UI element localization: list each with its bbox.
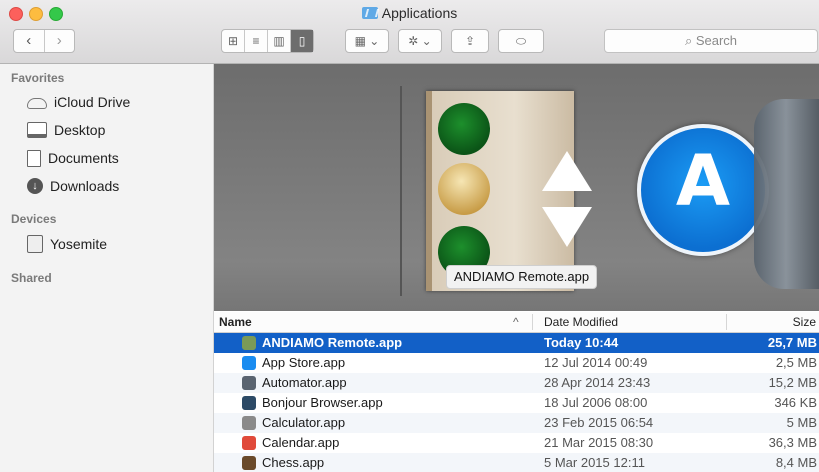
list-view-button[interactable]: ≡ xyxy=(245,30,268,52)
sidebar-item-documents[interactable]: Documents xyxy=(27,147,119,169)
sidebar-section-favorites: Favorites xyxy=(11,71,65,85)
table-row[interactable]: Bonjour Browser.app 18 Jul 2006 08:00 346 … xyxy=(214,393,819,413)
file-name: Automator.app xyxy=(262,375,347,390)
file-name: App Store.app xyxy=(262,355,346,370)
action-gear-button[interactable]: ✲ ⌄ xyxy=(398,29,442,53)
table-row[interactable]: App Store.app 12 Jul 2014 00:49 2,5 MB xyxy=(214,353,819,373)
sidebar-item-label: Desktop xyxy=(54,122,106,138)
tag-button[interactable]: ⬭ xyxy=(498,29,544,53)
forward-button[interactable]: › xyxy=(45,30,75,52)
file-size: 346 KB xyxy=(774,395,817,410)
app-icon xyxy=(242,356,256,370)
yellow-light-icon xyxy=(438,163,490,215)
arrange-button[interactable]: ▦ ⌄ xyxy=(345,29,389,53)
file-date-modified: Today 10:44 xyxy=(544,335,619,350)
column-view-button[interactable]: ▥ xyxy=(268,30,291,52)
sidebar-section-devices: Devices xyxy=(11,212,57,226)
app-icon xyxy=(242,416,256,430)
icon-view-button[interactable]: ⊞ xyxy=(222,30,245,52)
coverflow-view[interactable]: ANDIAMO Remote.app A xyxy=(214,64,819,311)
file-name: Calculator.app xyxy=(262,415,346,430)
documents-icon xyxy=(27,149,41,167)
table-row[interactable]: ANDIAMO Remote.app Today 10:44 25,7 MB xyxy=(214,333,819,353)
applications-folder-icon xyxy=(361,7,378,19)
sidebar-item-label: iCloud Drive xyxy=(54,94,131,110)
coverflow-divider xyxy=(400,86,402,296)
file-date-modified: 12 Jul 2014 00:49 xyxy=(544,355,648,370)
coverflow-selected-label: ANDIAMO Remote.app xyxy=(446,265,598,289)
file-name: Calendar.app xyxy=(262,435,340,450)
view-mode-segment: ⊞ ≡ ▥ ▯ xyxy=(221,29,314,53)
file-name: Chess.app xyxy=(262,455,325,470)
file-size: 15,2 MB xyxy=(768,375,817,390)
file-size: 36,3 MB xyxy=(768,435,817,450)
file-size: 2,5 MB xyxy=(775,355,817,370)
window-title-text: Applications xyxy=(381,5,458,21)
table-row[interactable]: Automator.app 28 Apr 2014 23:43 15,2 MB xyxy=(214,373,819,393)
coverflow-view-button[interactable]: ▯ xyxy=(291,30,313,52)
file-list: Name ^ Date Modified Size ANDIAMO Remote… xyxy=(214,312,819,472)
sidebar-item-label: Documents xyxy=(48,150,119,166)
file-date-modified: 18 Jul 2006 08:00 xyxy=(544,395,648,410)
downloads-icon: ↓ xyxy=(27,178,43,194)
file-name: ANDIAMO Remote.app xyxy=(262,335,403,350)
table-row[interactable]: Calendar.app 21 Mar 2015 08:30 36,3 MB xyxy=(214,433,819,453)
file-date-modified: 23 Feb 2015 06:54 xyxy=(544,415,654,430)
window-title: Applications xyxy=(0,5,819,21)
app-icon xyxy=(242,456,256,470)
search-field[interactable]: ⌕ Search xyxy=(604,29,818,53)
file-date-modified: 5 Mar 2015 12:11 xyxy=(544,455,645,470)
column-header-name[interactable]: Name xyxy=(219,312,252,332)
file-date-modified: 21 Mar 2015 08:30 xyxy=(544,435,654,450)
finder-window: Applications ‹ › ⊞ ≡ ▥ ▯ ▦ ⌄ ✲ ⌄ ⇪ ⬭ ⌕ S… xyxy=(0,0,819,472)
back-button[interactable]: ‹ xyxy=(14,30,45,52)
app-store-icon[interactable]: A xyxy=(637,124,769,256)
search-icon: ⌕ xyxy=(684,33,696,48)
sidebar-item-desktop[interactable]: Desktop xyxy=(27,119,105,141)
column-header-date[interactable]: Date Modified xyxy=(544,312,618,332)
andiamo-remote-cover[interactable] xyxy=(426,91,592,291)
sidebar-item-label: Yosemite xyxy=(50,236,108,252)
column-header-size[interactable]: Size xyxy=(793,312,816,332)
sidebar-item-yosemite[interactable]: Yosemite xyxy=(27,233,107,255)
app-store-glyph: A xyxy=(675,140,731,222)
sidebar-item-label: Downloads xyxy=(50,178,120,194)
file-size: 8,4 MB xyxy=(775,455,817,470)
share-button[interactable]: ⇪ xyxy=(451,29,489,53)
sidebar-item-icloud-drive[interactable]: iCloud Drive xyxy=(27,91,130,113)
list-header: Name ^ Date Modified Size xyxy=(214,312,819,333)
down-arrow-icon xyxy=(542,207,592,247)
sort-indicator-icon[interactable]: ^ xyxy=(513,312,519,332)
sidebar-section-shared: Shared xyxy=(11,271,52,285)
toolbar: Applications ‹ › ⊞ ≡ ▥ ▯ ▦ ⌄ ✲ ⌄ ⇪ ⬭ ⌕ S… xyxy=(0,0,819,64)
file-size: 25,7 MB xyxy=(767,335,817,350)
sidebar: Favorites iCloud Drive Desktop Documents… xyxy=(0,64,214,472)
cloud-icon xyxy=(27,98,47,109)
column-divider[interactable] xyxy=(726,314,727,330)
file-name: Bonjour Browser.app xyxy=(262,395,383,410)
automator-icon[interactable] xyxy=(754,99,819,289)
up-arrow-icon xyxy=(542,151,592,191)
table-row[interactable]: Calculator.app 23 Feb 2015 06:54 5 MB xyxy=(214,413,819,433)
desktop-icon xyxy=(27,122,47,138)
green-light-icon xyxy=(438,103,490,155)
column-divider[interactable] xyxy=(532,314,533,330)
search-placeholder: Search xyxy=(695,33,738,48)
table-row[interactable]: Chess.app 5 Mar 2015 12:11 8,4 MB xyxy=(214,453,819,472)
app-icon xyxy=(242,436,256,450)
file-size: 5 MB xyxy=(786,415,817,430)
app-icon xyxy=(242,396,256,410)
disk-icon xyxy=(27,235,43,253)
navigation-buttons: ‹ › xyxy=(13,29,75,53)
app-icon xyxy=(242,376,256,390)
sidebar-item-downloads[interactable]: ↓ Downloads xyxy=(27,175,119,197)
file-date-modified: 28 Apr 2014 23:43 xyxy=(544,375,651,390)
app-icon xyxy=(242,336,256,350)
